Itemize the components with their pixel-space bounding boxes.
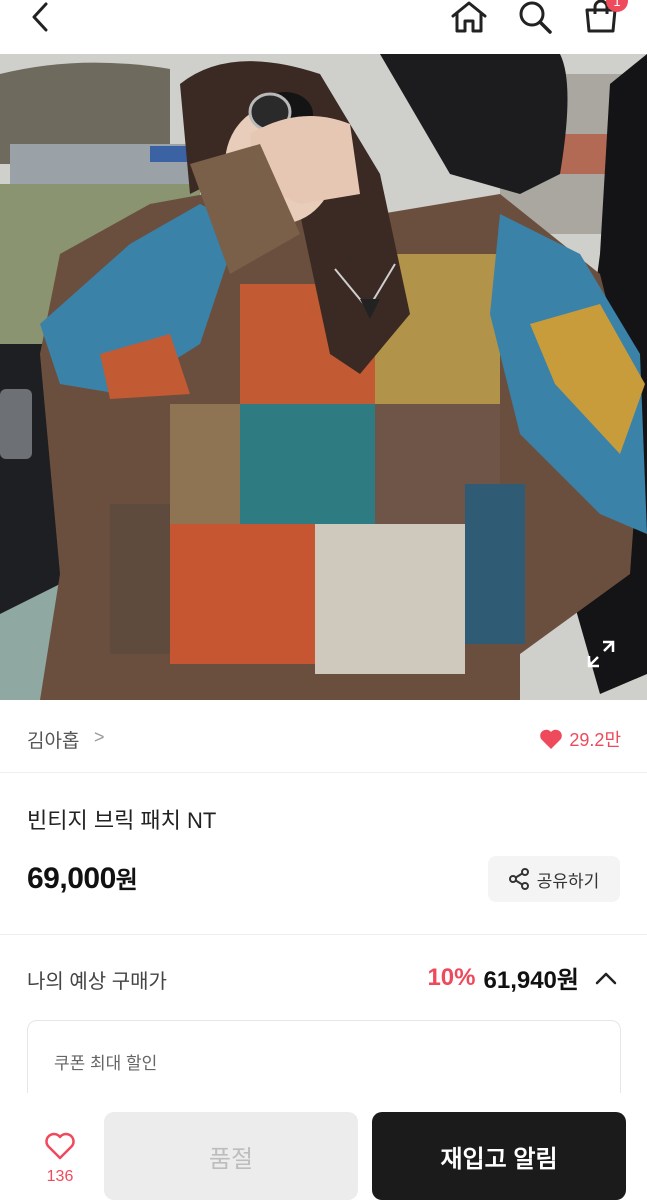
search-button[interactable]: [514, 0, 556, 34]
home-button[interactable]: [448, 0, 490, 34]
like-count: 29.2만: [569, 730, 621, 750]
coupon-label: 쿠폰 최대 할인: [54, 1054, 158, 1073]
chevron-up-icon: [595, 972, 617, 984]
price-unit: 원: [115, 867, 138, 894]
chevron-left-icon: [32, 2, 48, 32]
share-button[interactable]: 공유하기: [488, 856, 620, 902]
product-image: [0, 54, 647, 700]
search-icon: [519, 1, 552, 34]
share-label: 공유하기: [536, 871, 600, 891]
cart-button[interactable]: 1: [582, 0, 628, 34]
estimated-price: 61,940원: [483, 967, 580, 994]
back-button[interactable]: [22, 0, 58, 34]
restock-alert-button[interactable]: 재입고 알림: [372, 1112, 626, 1200]
price-value: 69,000: [27, 862, 116, 895]
top-bar: 1: [0, 0, 647, 54]
section-divider: [0, 934, 647, 935]
estimated-price-toggle[interactable]: 10% 61,940원: [427, 960, 619, 995]
heart-filled-icon: [540, 729, 563, 749]
store-name-link[interactable]: 김아홉: [27, 726, 79, 753]
product-price: 69,000원: [27, 860, 138, 896]
store-row: 김아홉 > 29.2만: [0, 700, 647, 773]
bottom-action-bar: 136 품절 재입고 알림: [0, 1093, 647, 1200]
soldout-button: 품절: [104, 1112, 358, 1200]
expand-icon[interactable]: [587, 640, 615, 668]
chevron-right-icon: >: [94, 727, 105, 747]
like-summary[interactable]: 29.2만: [539, 726, 621, 752]
home-icon: [451, 1, 487, 33]
share-icon: [508, 868, 529, 890]
wish-button[interactable]: 136: [40, 1131, 80, 1186]
discount-rate: 10%: [427, 963, 476, 991]
estimated-price-label: 나의 예상 구매가: [27, 971, 167, 993]
wish-count: 136: [46, 1168, 74, 1185]
product-photo[interactable]: [0, 54, 647, 700]
product-title: 빈티지 브릭 패치 NT: [27, 808, 217, 833]
heart-outline-icon: [45, 1132, 75, 1160]
